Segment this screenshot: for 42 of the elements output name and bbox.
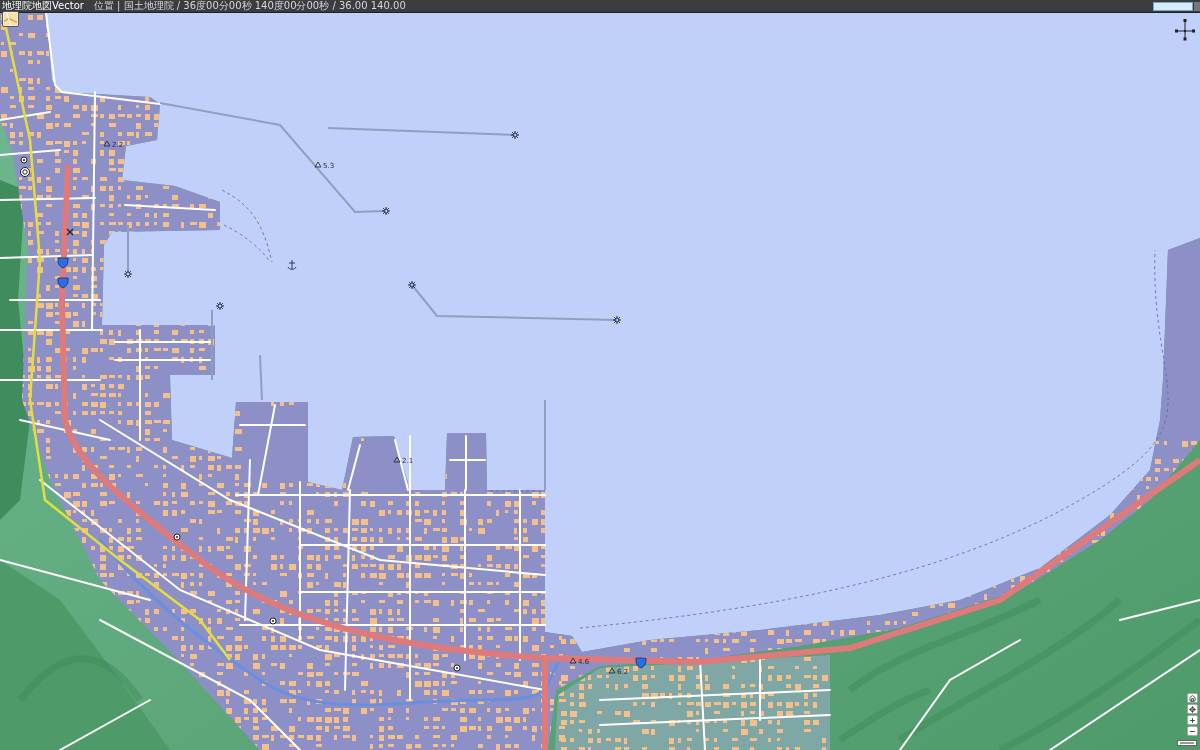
zoom-in-button[interactable]: [1187, 715, 1198, 725]
pan-arrows-icon[interactable]: [1175, 17, 1195, 41]
street: [0, 111, 51, 121]
double-circle-icon: [20, 167, 30, 177]
route-shield-icon: [57, 277, 69, 289]
triangle-marker-icon: [569, 657, 577, 664]
triangle-marker-icon: [608, 667, 616, 674]
locate-icon: [1189, 705, 1196, 713]
jetty-line: [211, 309, 213, 381]
triangle-marker-icon: [314, 161, 322, 168]
app-logo[interactable]: 地理院地図Vector: [2, 0, 84, 12]
starburst-icon: [215, 301, 225, 311]
starburst-icon: [407, 280, 417, 290]
route-shield-icon: [57, 257, 69, 269]
home-button[interactable]: [1187, 693, 1198, 703]
menu-button[interactable]: [1194, 1, 1200, 11]
home-icon: [1189, 694, 1196, 702]
map-symbol-icon: [173, 533, 181, 541]
search-field[interactable]: [1153, 1, 1193, 11]
anchor-icon: [287, 259, 297, 270]
triangle-marker-icon: [393, 456, 401, 463]
location-text: 位置 | 国土地理院 / 36度00分00秒 140度00分00秒 / 36.00 140.00: [93, 0, 406, 12]
dashed-line: [489, 490, 546, 492]
route-shield-icon: [635, 657, 647, 669]
zoom-out-button[interactable]: [1187, 726, 1198, 736]
map-symbol-icon: [453, 664, 461, 672]
triangle-marker-icon: [103, 140, 111, 147]
plus-icon: [1189, 716, 1196, 724]
starburst-icon: [510, 130, 520, 140]
starburst-icon: [123, 269, 133, 279]
scale-bar-icon: [1177, 740, 1197, 746]
street: [0, 149, 61, 156]
map-symbol-icon: [269, 617, 277, 625]
map-symbol-icon: [20, 156, 28, 164]
jetty-line: [259, 354, 263, 401]
cross-mark-icon: [66, 228, 74, 236]
locate-button[interactable]: [1187, 704, 1198, 714]
starburst-icon: [612, 315, 622, 325]
starburst-icon: [381, 206, 391, 216]
layers-button[interactable]: [2, 11, 19, 27]
jetty-line: [127, 224, 129, 271]
map-thumbnail-icon: [4, 13, 17, 25]
